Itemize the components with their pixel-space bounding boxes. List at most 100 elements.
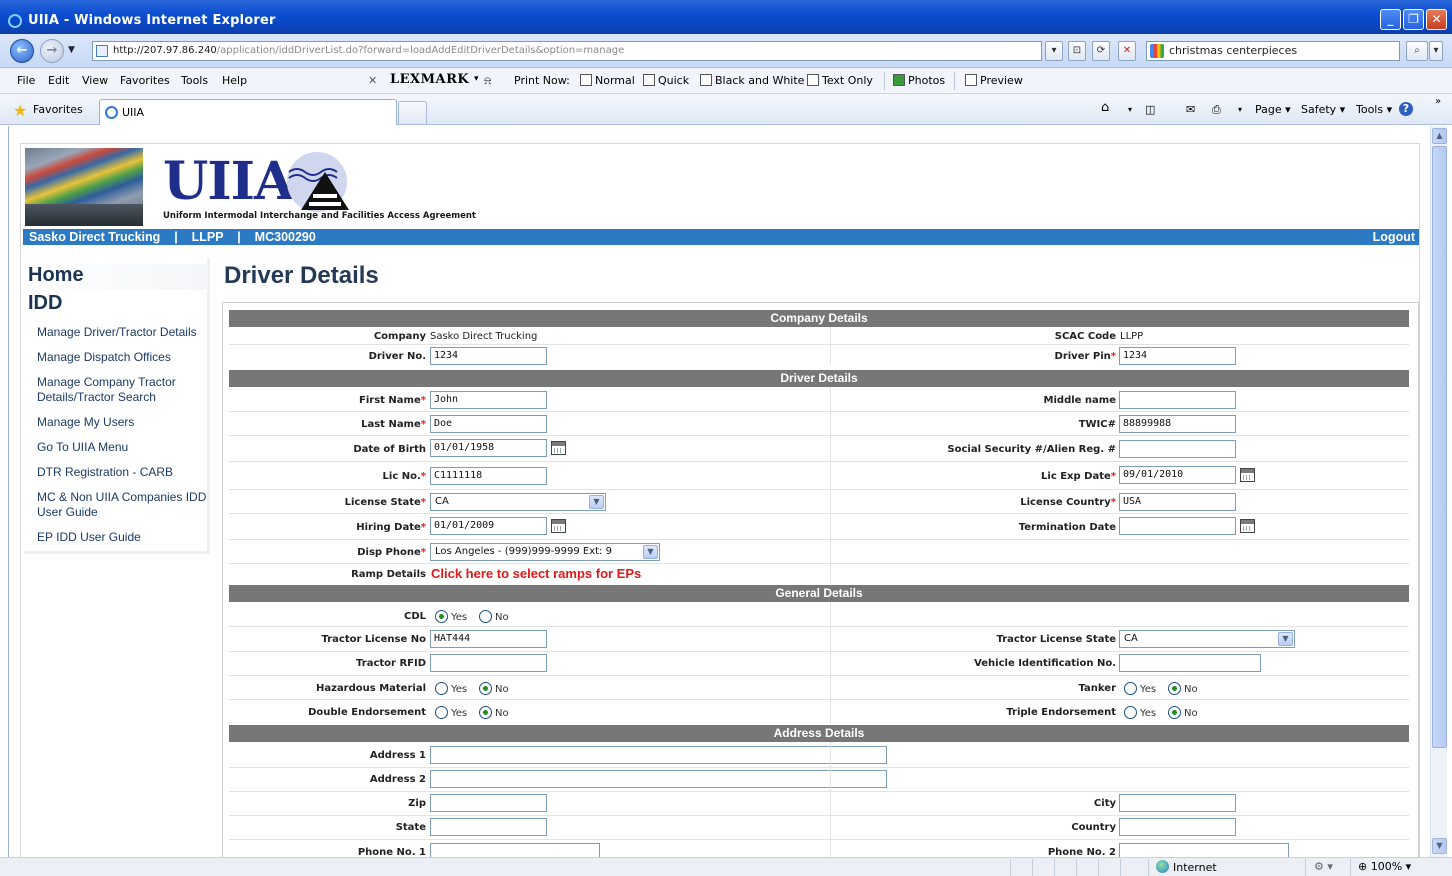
menu-help[interactable]: Help xyxy=(222,74,247,87)
tanker-yes-radio[interactable] xyxy=(1124,682,1137,695)
tanker-no-radio[interactable] xyxy=(1168,682,1181,695)
tractor-rfid-input[interactable] xyxy=(430,654,547,672)
double-no-radio[interactable] xyxy=(479,706,492,719)
search-button[interactable]: ⌕ xyxy=(1406,41,1428,61)
print-normal-button[interactable]: Normal xyxy=(580,73,635,89)
triple-no-radio[interactable] xyxy=(1168,706,1181,719)
logout-link[interactable]: Logout xyxy=(1373,229,1415,245)
close-window-button[interactable]: ✕ xyxy=(1426,9,1447,30)
lic-exp-calendar-icon[interactable] xyxy=(1240,468,1255,482)
print-bw-button[interactable]: Black and White xyxy=(700,73,804,89)
lic-exp-input[interactable]: 09/01/2010 xyxy=(1119,466,1236,484)
page-menu[interactable]: Page ▾ xyxy=(1255,103,1291,116)
dob-calendar-icon[interactable] xyxy=(551,441,566,455)
twic-input[interactable]: 88899988 xyxy=(1119,415,1236,433)
print-text-only-button[interactable]: Text Only xyxy=(807,73,873,89)
sidebar-home[interactable]: Home xyxy=(28,264,84,287)
photos-button[interactable]: Photos xyxy=(893,73,945,89)
compat-view-icon[interactable]: ⊡ xyxy=(1068,41,1086,61)
dob-input[interactable]: 01/01/1958 xyxy=(430,439,547,457)
lexmark-help-icon[interactable]: ⍾ xyxy=(484,74,491,88)
chevron-more-icon[interactable]: » xyxy=(1435,96,1441,107)
city-input[interactable] xyxy=(1119,794,1236,812)
url-input[interactable]: http://207.97.86.240/application/iddDriv… xyxy=(92,41,1042,61)
driver-pin-input[interactable]: 1234 xyxy=(1119,347,1236,365)
security-zone[interactable]: Internet xyxy=(1156,860,1217,874)
feeds-icon[interactable]: ◫ xyxy=(1145,103,1155,116)
print-dropdown-icon[interactable]: ▾ xyxy=(1238,105,1242,114)
vertical-scrollbar[interactable]: ▲ ▼ xyxy=(1430,126,1447,857)
scroll-down-icon[interactable]: ▼ xyxy=(1432,838,1447,854)
sidebar-item-uiia-menu[interactable]: Go To UIIA Menu xyxy=(37,440,215,455)
search-input[interactable]: christmas centerpieces xyxy=(1146,41,1400,61)
lexmark-logo[interactable]: LEXMARK xyxy=(390,72,469,87)
last-name-input[interactable]: Doe xyxy=(430,415,547,433)
scroll-up-icon[interactable]: ▲ xyxy=(1432,128,1447,144)
minimize-button[interactable]: _ xyxy=(1380,9,1401,30)
sidebar-idd[interactable]: IDD xyxy=(28,292,62,315)
maximize-button[interactable]: ❐ xyxy=(1403,9,1424,30)
menu-file[interactable]: File xyxy=(17,74,35,87)
lic-state-select[interactable]: CA ▼ xyxy=(430,493,606,511)
menu-view[interactable]: View xyxy=(82,74,108,87)
safety-menu[interactable]: Safety ▾ xyxy=(1301,103,1345,116)
sidebar-item-manage-driver[interactable]: Manage Driver/Tractor Details xyxy=(37,325,215,340)
hiring-calendar-icon[interactable] xyxy=(551,519,566,533)
middle-name-input[interactable] xyxy=(1119,391,1236,409)
phone2-input[interactable] xyxy=(1119,843,1289,857)
termination-calendar-icon[interactable] xyxy=(1240,519,1255,533)
home-dropdown-icon[interactable]: ▾ xyxy=(1128,105,1132,114)
sidebar-item-my-users[interactable]: Manage My Users xyxy=(37,415,215,430)
hiring-date-input[interactable]: 01/01/2009 xyxy=(430,517,547,535)
tools-menu[interactable]: Tools ▾ xyxy=(1356,103,1392,116)
refresh-icon[interactable]: ⟳ xyxy=(1092,41,1110,61)
sidebar-item-mc-guide[interactable]: MC & Non UIIA Companies IDD User Guide xyxy=(37,490,215,520)
zip-input[interactable] xyxy=(430,794,547,812)
hazmat-yes-radio[interactable] xyxy=(435,682,448,695)
lic-country-input[interactable]: USA xyxy=(1119,493,1236,511)
double-yes-radio[interactable] xyxy=(435,706,448,719)
address1-input[interactable] xyxy=(430,746,887,764)
print-icon[interactable]: ⎙ xyxy=(1212,103,1221,117)
cdl-yes-radio[interactable] xyxy=(435,610,448,623)
scroll-thumb[interactable] xyxy=(1432,146,1447,748)
driver-no-input[interactable]: 1234 xyxy=(430,347,547,365)
sidebar-item-dtr-registration[interactable]: DTR Registration - CARB xyxy=(37,465,215,480)
tractor-license-input[interactable]: HAT444 xyxy=(430,630,547,648)
disp-phone-select[interactable]: Los Angeles - (999)999-9999 Ext: 9 ▼ xyxy=(430,543,660,561)
print-quick-button[interactable]: Quick xyxy=(643,73,689,89)
hazmat-no-radio[interactable] xyxy=(479,682,492,695)
new-tab-button[interactable] xyxy=(398,101,427,125)
ssn-input[interactable] xyxy=(1119,440,1236,458)
address2-input[interactable] xyxy=(430,770,887,788)
search-options-button[interactable]: ▾ xyxy=(1429,41,1443,61)
country-input[interactable] xyxy=(1119,818,1236,836)
close-toolbar-icon[interactable]: ✕ xyxy=(368,74,377,87)
menu-favorites[interactable]: Favorites xyxy=(120,74,170,87)
sidebar-item-ep-guide[interactable]: EP IDD User Guide xyxy=(37,530,215,545)
triple-yes-radio[interactable] xyxy=(1124,706,1137,719)
cdl-no-radio[interactable] xyxy=(479,610,492,623)
lic-no-input[interactable]: C1111118 xyxy=(430,467,547,485)
lexmark-menu-icon[interactable]: ▾ xyxy=(474,74,479,84)
stop-icon[interactable]: ✕ xyxy=(1118,41,1136,61)
preview-button[interactable]: Preview xyxy=(965,73,1023,89)
tab-uiia[interactable]: UIIA xyxy=(99,99,397,125)
help-icon[interactable]: ? xyxy=(1399,102,1413,116)
select-ramps-link[interactable]: Click here to select ramps for EPs xyxy=(431,566,641,581)
favorites-button[interactable]: Favorites xyxy=(33,103,83,116)
forward-button[interactable]: → xyxy=(40,39,64,63)
termination-date-input[interactable] xyxy=(1119,517,1236,535)
protected-mode-icon[interactable]: ⚙ ▾ xyxy=(1314,860,1333,873)
vin-input[interactable] xyxy=(1119,654,1261,672)
favorites-star-icon[interactable]: ★ xyxy=(13,101,27,120)
menu-tools[interactable]: Tools xyxy=(181,74,208,87)
sidebar-item-company-tractor[interactable]: Manage Company Tractor Details/Tractor S… xyxy=(37,375,215,405)
zoom-level[interactable]: ⊕ 100% ▾ xyxy=(1358,860,1411,873)
first-name-input[interactable]: John xyxy=(430,391,547,409)
history-dropdown-icon[interactable]: ▼ xyxy=(68,45,75,55)
home-icon[interactable]: ⌂ xyxy=(1101,100,1109,115)
state-input[interactable] xyxy=(430,818,547,836)
tractor-state-select[interactable]: CA ▼ xyxy=(1119,630,1295,648)
mail-icon[interactable]: ✉ xyxy=(1186,103,1195,116)
